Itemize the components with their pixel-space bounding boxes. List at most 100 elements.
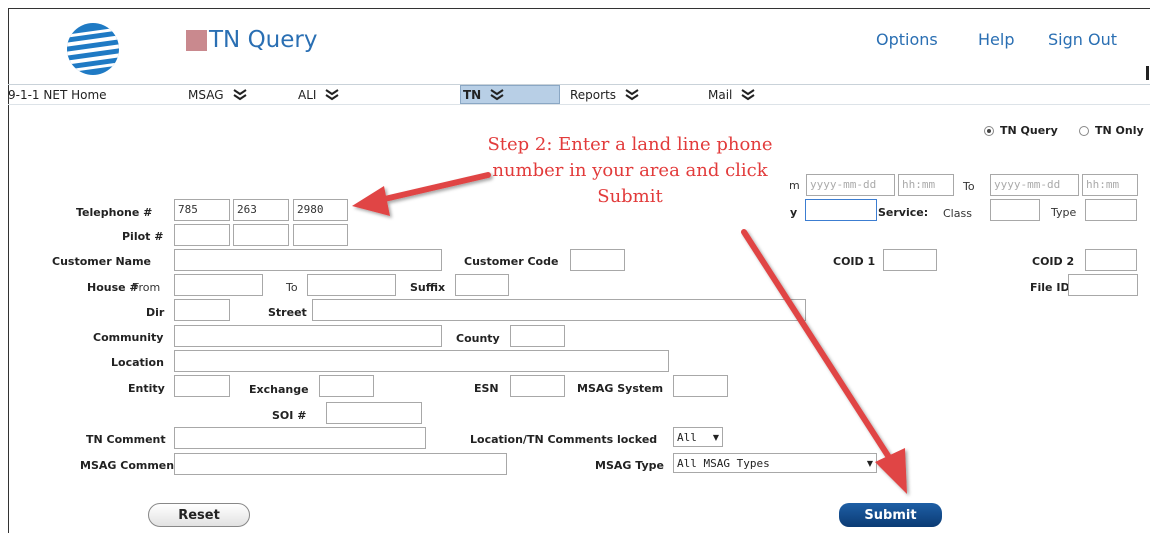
time-from-field[interactable]: hh:mm bbox=[898, 174, 954, 196]
esn-label: ESN bbox=[474, 382, 499, 395]
suffix-field[interactable] bbox=[455, 274, 509, 296]
pilot-area-field[interactable] bbox=[174, 224, 230, 246]
arrow-to-telephone bbox=[352, 172, 491, 216]
nav-item-reports[interactable]: Reports bbox=[570, 85, 640, 104]
service-label: Service: bbox=[878, 206, 929, 219]
dir-field[interactable] bbox=[174, 299, 230, 321]
dropdown-arrow-icon: ▼ bbox=[712, 432, 719, 442]
help-link[interactable]: Help bbox=[978, 30, 1014, 49]
nav-item-label: Mail bbox=[708, 87, 733, 102]
esn-field[interactable] bbox=[510, 375, 565, 397]
county-field[interactable] bbox=[510, 325, 565, 347]
county-label: County bbox=[456, 332, 500, 345]
street-label: Street bbox=[268, 306, 307, 319]
nav-item-mail[interactable]: Mail bbox=[708, 85, 756, 104]
street-field[interactable] bbox=[312, 299, 806, 321]
customer-code-field[interactable] bbox=[570, 249, 625, 271]
tn-comment-field[interactable] bbox=[174, 427, 426, 449]
location-label: Location bbox=[111, 356, 164, 369]
title-square-icon bbox=[186, 29, 207, 51]
date-to-label: To bbox=[963, 180, 975, 193]
options-link[interactable]: Options bbox=[876, 30, 938, 49]
telephone-label: Telephone # bbox=[76, 206, 153, 219]
by-label: y bbox=[790, 206, 798, 219]
customer-name-field[interactable] bbox=[174, 249, 442, 271]
date-from-field[interactable]: yyyy-mm-dd bbox=[806, 174, 895, 196]
double-chevron-down-icon bbox=[625, 88, 639, 100]
entity-label: Entity bbox=[128, 382, 165, 395]
coid1-label: COID 1 bbox=[833, 255, 876, 268]
nav-item-label: Reports bbox=[570, 87, 617, 102]
by-field[interactable] bbox=[805, 199, 877, 221]
house-to-field[interactable] bbox=[307, 274, 396, 296]
double-chevron-down-icon bbox=[741, 88, 755, 100]
nav-item-label: MSAG bbox=[188, 87, 224, 102]
entity-field[interactable] bbox=[174, 375, 230, 397]
coid1-field[interactable] bbox=[883, 249, 937, 271]
file-id-label: File ID bbox=[1030, 281, 1070, 294]
exchange-label: Exchange bbox=[249, 383, 309, 396]
customer-name-label: Customer Name bbox=[52, 255, 151, 268]
nav-item-label: ALI bbox=[298, 87, 317, 102]
soi-field[interactable] bbox=[326, 402, 422, 424]
msag-system-field[interactable] bbox=[673, 375, 728, 397]
double-chevron-down-icon bbox=[490, 88, 504, 100]
msag-system-label: MSAG System bbox=[577, 382, 664, 395]
class-field[interactable] bbox=[990, 199, 1040, 221]
msag-type-select[interactable]: All MSAG Types ▼ bbox=[673, 453, 877, 473]
dir-label: Dir bbox=[146, 306, 165, 319]
nav-item-msag[interactable]: MSAG bbox=[188, 85, 248, 104]
msag-type-label: MSAG Type bbox=[595, 459, 664, 472]
nav-item-label: TN bbox=[463, 87, 482, 102]
radio-tn-only[interactable]: TN Only bbox=[1079, 124, 1144, 137]
location-field[interactable] bbox=[174, 350, 669, 372]
pilot-exchange-field[interactable] bbox=[233, 224, 289, 246]
page-title-text: TN Query bbox=[209, 27, 318, 53]
radio-unselected-icon bbox=[1079, 125, 1089, 136]
time-to-field[interactable]: hh:mm bbox=[1082, 174, 1138, 196]
date-from-label: m bbox=[789, 179, 800, 192]
radio-label: TN Only bbox=[1095, 124, 1144, 137]
locked-select[interactable]: All ▼ bbox=[673, 427, 723, 447]
locked-select-value: All bbox=[677, 430, 697, 444]
double-chevron-down-icon bbox=[325, 88, 339, 100]
nav-bottom-divider bbox=[8, 104, 1150, 105]
community-field[interactable] bbox=[174, 325, 442, 347]
radio-selected-icon bbox=[984, 125, 994, 136]
msag-comment-field[interactable] bbox=[174, 453, 507, 475]
nav-item-label: 9-1-1 NET Home bbox=[8, 87, 107, 102]
sign-out-link[interactable]: Sign Out bbox=[1048, 30, 1117, 49]
reset-button[interactable]: Reset bbox=[148, 503, 250, 527]
pilot-label: Pilot # bbox=[122, 230, 164, 243]
nav-item-ali[interactable]: ALI bbox=[298, 85, 340, 104]
scroll-edge bbox=[1146, 66, 1149, 80]
coid2-field[interactable] bbox=[1085, 249, 1137, 271]
pilot-line-field[interactable] bbox=[293, 224, 348, 246]
file-id-field[interactable] bbox=[1068, 274, 1138, 296]
coid2-label: COID 2 bbox=[1032, 255, 1075, 268]
msag-type-select-value: All MSAG Types bbox=[677, 456, 770, 470]
nav-item-tn[interactable]: TN bbox=[460, 85, 560, 104]
locked-label: Location/TN Comments locked bbox=[470, 433, 658, 446]
radio-tn-query[interactable]: TN Query bbox=[984, 124, 1058, 137]
soi-label: SOI # bbox=[272, 409, 307, 422]
date-to-field[interactable]: yyyy-mm-dd bbox=[990, 174, 1079, 196]
house-label: House # bbox=[87, 281, 139, 294]
telephone-exchange-field[interactable]: 263 bbox=[233, 199, 289, 221]
house-from-field[interactable] bbox=[174, 274, 263, 296]
step-2-callout: Step 2: Enter a land line phone number i… bbox=[487, 134, 773, 207]
main-nav: 9-1-1 NET Home MSAG ALI TN Reports Mail bbox=[8, 85, 1150, 104]
nav-item-home[interactable]: 9-1-1 NET Home bbox=[8, 85, 107, 104]
telephone-area-field[interactable]: 785 bbox=[174, 199, 230, 221]
exchange-field[interactable] bbox=[319, 375, 374, 397]
community-label: Community bbox=[93, 331, 164, 344]
customer-code-label: Customer Code bbox=[464, 255, 559, 268]
window-top-border bbox=[8, 8, 1150, 9]
submit-button[interactable]: Submit bbox=[839, 503, 942, 527]
msag-comment-label: MSAG Comment bbox=[80, 459, 180, 472]
type-field[interactable] bbox=[1085, 199, 1137, 221]
class-label: Class bbox=[943, 207, 972, 220]
telephone-line-field[interactable]: 2980 bbox=[293, 199, 348, 221]
page-title: TN Query bbox=[186, 27, 317, 53]
house-to-label: To bbox=[286, 281, 298, 294]
